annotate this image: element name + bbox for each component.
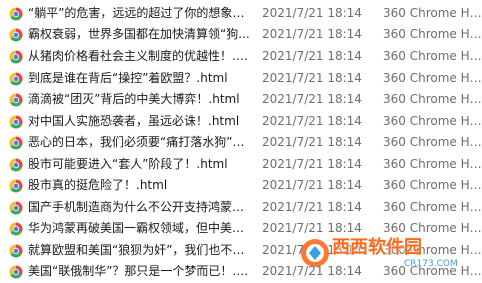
file-name: 从猪肉价格看社会主义制度的优越性！.html — [28, 49, 250, 63]
file-modified-date: 2021/7/21 18:14 — [262, 178, 362, 192]
file-name: 华为鸿蒙再破美国一霸权领域，但中美技... — [28, 221, 250, 235]
browser-html-file-icon — [9, 50, 23, 64]
file-name: 就算欧盟和美国“狼狈为奸”，我们也不怕... — [28, 243, 250, 257]
file-name: 国产手机制造商为什么不公开支持鸿蒙?.html — [28, 200, 250, 214]
file-row[interactable]: 国产手机制造商为什么不公开支持鸿蒙?.html 2021/7/21 18:14 36… — [0, 197, 482, 219]
file-modified-date: 2021/7/21 18:14 — [262, 114, 362, 128]
file-modified-date: 2021/7/21 18:14 — [262, 157, 362, 171]
browser-html-file-icon — [9, 7, 23, 21]
file-name: 股市可能要进入“套人”阶段了！.html — [28, 157, 228, 171]
file-type: 360 Chrome HTML — [383, 92, 482, 106]
file-name: 美国“联俄制华”？那只是一个梦而已！.html — [28, 264, 250, 278]
file-modified-date: 2021/7/21 18:14 — [262, 200, 362, 214]
file-type: 360 Chrome HTML — [383, 178, 482, 192]
browser-html-file-icon — [9, 136, 23, 150]
file-type: 360 Chrome HTML — [383, 157, 482, 171]
file-modified-date: 2021/7/21 18:14 — [262, 92, 362, 106]
watermark-subtext: CR173.COM — [404, 259, 458, 269]
file-type: 360 Chrome HTML — [383, 135, 482, 149]
file-modified-date: 2021/7/21 18:14 — [262, 71, 362, 85]
file-name: 股市真的挺危险了！.html — [28, 178, 168, 192]
file-row[interactable]: 恶心的日本，我们必须要“痛打落水狗”！.html 2021/7/21 18:14 3… — [0, 132, 482, 154]
file-row[interactable]: “躺平”的危害，远远的超过了你的想象！.html 2021/7/21 18:14 3… — [0, 3, 482, 25]
file-row[interactable]: 从猪肉价格看社会主义制度的优越性！.html 2021/7/21 18:14 360… — [0, 46, 482, 68]
file-row[interactable]: 到底是谁在背后“操控”着欧盟？.html 2021/7/21 18:14 360 C… — [0, 68, 482, 90]
browser-html-file-icon — [9, 93, 23, 107]
file-modified-date: 2021/7/21 18:14 — [262, 49, 362, 63]
watermark-logo-icon — [301, 239, 329, 267]
browser-html-file-icon — [9, 72, 23, 86]
browser-html-file-icon — [9, 179, 23, 193]
file-row[interactable]: 对中国人实施恐袭者，虽远必诛！.html 2021/7/21 18:14 360 C… — [0, 111, 482, 133]
file-name: 滴滴被“团灭”背后的中美大博弈！.html — [28, 92, 240, 106]
file-row[interactable]: 股市真的挺危险了！.html 2021/7/21 18:14 360 Chrome … — [0, 175, 482, 197]
file-modified-date: 2021/7/21 18:14 — [262, 135, 362, 149]
file-name: 到底是谁在背后“操控”着欧盟？.html — [28, 71, 228, 85]
file-row[interactable]: 股市可能要进入“套人”阶段了！.html 2021/7/21 18:14 360 C… — [0, 154, 482, 176]
file-type: 360 Chrome HTML — [383, 49, 482, 63]
file-modified-date: 2021/7/21 18:14 — [262, 6, 362, 20]
browser-html-file-icon — [9, 265, 23, 279]
file-type: 360 Chrome HTML — [383, 114, 482, 128]
file-type: 360 Chrome HTML — [383, 6, 482, 20]
browser-html-file-icon — [9, 28, 23, 42]
browser-html-file-icon — [9, 244, 23, 258]
browser-html-file-icon — [9, 222, 23, 236]
file-type: 360 Chrome HTML — [383, 200, 482, 214]
file-name: 对中国人实施恐袭者，虽远必诛！.html — [28, 114, 240, 128]
browser-html-file-icon — [9, 115, 23, 129]
file-name: 恶心的日本，我们必须要“痛打落水狗”！.html — [28, 135, 250, 149]
file-name: “躺平”的危害，远远的超过了你的想象！.html — [28, 6, 250, 20]
browser-html-file-icon — [9, 158, 23, 172]
file-name: 霸权衰弱，世界多国都在加快清算领“狗... — [28, 27, 250, 41]
file-modified-date: 2021/7/21 18:14 — [262, 27, 362, 41]
watermark: 西西软件园 CR173.COM — [296, 232, 480, 276]
file-type: 360 Chrome HTML — [383, 71, 482, 85]
file-row[interactable]: 滴滴被“团灭”背后的中美大博弈！.html 2021/7/21 18:14 360 … — [0, 89, 482, 111]
file-type: 360 Chrome HTML — [383, 27, 482, 41]
file-row[interactable]: 霸权衰弱，世界多国都在加快清算领“狗... 2021/7/21 18:14 360 … — [0, 24, 482, 46]
watermark-text: 西西软件园 — [332, 237, 422, 258]
browser-html-file-icon — [9, 201, 23, 215]
